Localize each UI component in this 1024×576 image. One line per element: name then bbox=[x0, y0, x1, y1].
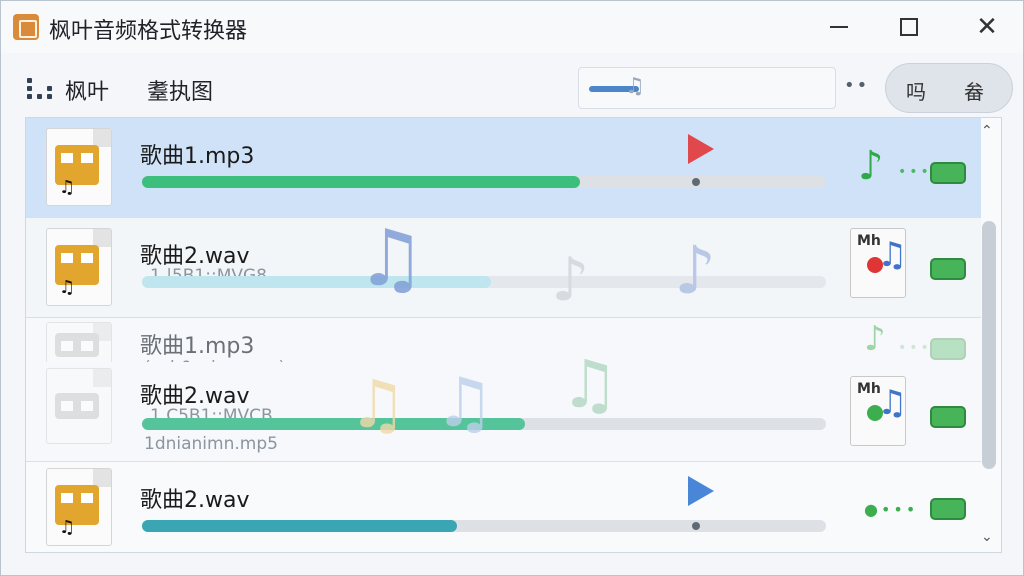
seek-handle[interactable] bbox=[692, 522, 700, 530]
output-status-icon bbox=[930, 406, 966, 428]
music-note-icon: ♫ bbox=[434, 364, 495, 443]
midi-file-icon: Mh ♫ bbox=[850, 376, 907, 446]
music-note-icon: ♪ bbox=[551, 245, 590, 315]
scroll-down-icon[interactable]: ⌄ bbox=[981, 529, 993, 545]
list-item[interactable]: 歌曲2.wav 1.C5B1::MVCB 1dnianimn.mp5 ♫ ♫ ♫… bbox=[26, 352, 981, 462]
maximize-icon bbox=[900, 18, 918, 36]
play-icon[interactable] bbox=[688, 476, 714, 506]
audio-file-icon: ♫ bbox=[46, 228, 112, 306]
music-note-icon: ♪ bbox=[864, 319, 886, 359]
file-name: 歌曲1.mp3 bbox=[140, 334, 255, 359]
output-status-icon bbox=[930, 258, 966, 280]
mode-toggle[interactable]: 吗 畚 bbox=[885, 63, 1013, 113]
close-icon: ✕ bbox=[976, 12, 998, 42]
app-window: 枫叶音频格式转换器 ✕ 枫叶 耋执图 ♫ •• 吗 畚 ♫ 歌曲1.mp3 ♪ … bbox=[0, 0, 1024, 576]
arrow-dots-icon: ••• bbox=[898, 164, 932, 180]
file-name: 歌曲1.mp3 bbox=[140, 144, 255, 169]
seek-handle[interactable] bbox=[692, 178, 700, 186]
progress-bar[interactable] bbox=[142, 276, 826, 288]
music-note-icon: ♫ bbox=[625, 74, 645, 99]
progress-fill bbox=[142, 176, 580, 188]
list-item[interactable]: ♫ 歌曲2.wav ●••• bbox=[26, 462, 981, 552]
toolbar: 枫叶 耋执图 ♫ •• 吗 畚 bbox=[1, 61, 1023, 117]
progress-bar[interactable] bbox=[142, 520, 826, 532]
minimize-icon bbox=[830, 26, 848, 28]
list-item[interactable]: ♫ 歌曲1.mp3 ♪ ••• bbox=[26, 118, 981, 218]
music-note-icon: ♪ bbox=[858, 143, 884, 189]
progress-fill bbox=[142, 520, 457, 532]
toolbar-menu-label[interactable]: 枫叶 bbox=[65, 74, 109, 106]
volume-control[interactable]: ♫ bbox=[578, 67, 836, 109]
mode-toggle-right[interactable]: 畚 bbox=[964, 76, 984, 105]
close-button[interactable]: ✕ bbox=[965, 9, 1009, 45]
music-note-icon: ♫ bbox=[356, 214, 426, 304]
toolbar-second-label[interactable]: 耋执图 bbox=[147, 74, 213, 106]
music-note-icon: ♫ bbox=[348, 366, 408, 443]
music-note-icon: ♪ bbox=[674, 232, 717, 309]
midi-file-icon: Mh ♫ bbox=[850, 228, 907, 298]
vertical-scrollbar[interactable]: ⌃ ⌄ bbox=[977, 117, 1001, 553]
arrow-dots-icon: ••• bbox=[898, 340, 932, 356]
audio-file-icon: ♫ bbox=[46, 128, 112, 206]
progress-fill bbox=[142, 276, 491, 288]
output-status-icon bbox=[930, 498, 966, 520]
scroll-thumb[interactable] bbox=[982, 221, 996, 469]
audio-file-icon bbox=[46, 368, 112, 444]
audio-file-icon: ♫ bbox=[46, 468, 112, 546]
mode-toggle-left[interactable]: 吗 bbox=[906, 76, 926, 105]
window-title: 枫叶音频格式转换器 bbox=[49, 19, 248, 44]
menu-grid-icon[interactable] bbox=[27, 78, 57, 100]
music-note-icon: ♫ bbox=[560, 346, 620, 423]
maximize-button[interactable] bbox=[887, 9, 931, 45]
output-status-icon bbox=[930, 338, 966, 360]
scroll-up-icon[interactable]: ⌃ bbox=[981, 123, 993, 139]
file-name: 歌曲2.wav bbox=[140, 488, 250, 513]
output-status-icon bbox=[930, 162, 966, 184]
file-list: ♫ 歌曲1.mp3 ♪ ••• ♫ 歌曲2.wav 1.|5B1::MVG8 ♫… bbox=[25, 117, 1002, 553]
arrow-dots-icon: ●••• bbox=[864, 500, 919, 519]
list-item[interactable]: ♫ 歌曲2.wav 1.|5B1::MVG8 ♫ ♪ ♪ Mh♫ bbox=[26, 218, 981, 318]
play-icon[interactable] bbox=[688, 134, 714, 164]
title-bar: 枫叶音频格式转换器 ✕ bbox=[1, 1, 1023, 53]
progress-bar[interactable] bbox=[142, 176, 826, 188]
more-options-icon[interactable]: •• bbox=[844, 75, 869, 96]
app-logo-icon bbox=[13, 14, 39, 40]
minimize-button[interactable] bbox=[817, 9, 861, 45]
list-item[interactable]: 歌曲1.mp3 (vch0.wimerspc) ♪ ••• bbox=[26, 318, 981, 382]
file-subtitle-secondary: 1dnianimn.mp5 bbox=[144, 434, 278, 454]
